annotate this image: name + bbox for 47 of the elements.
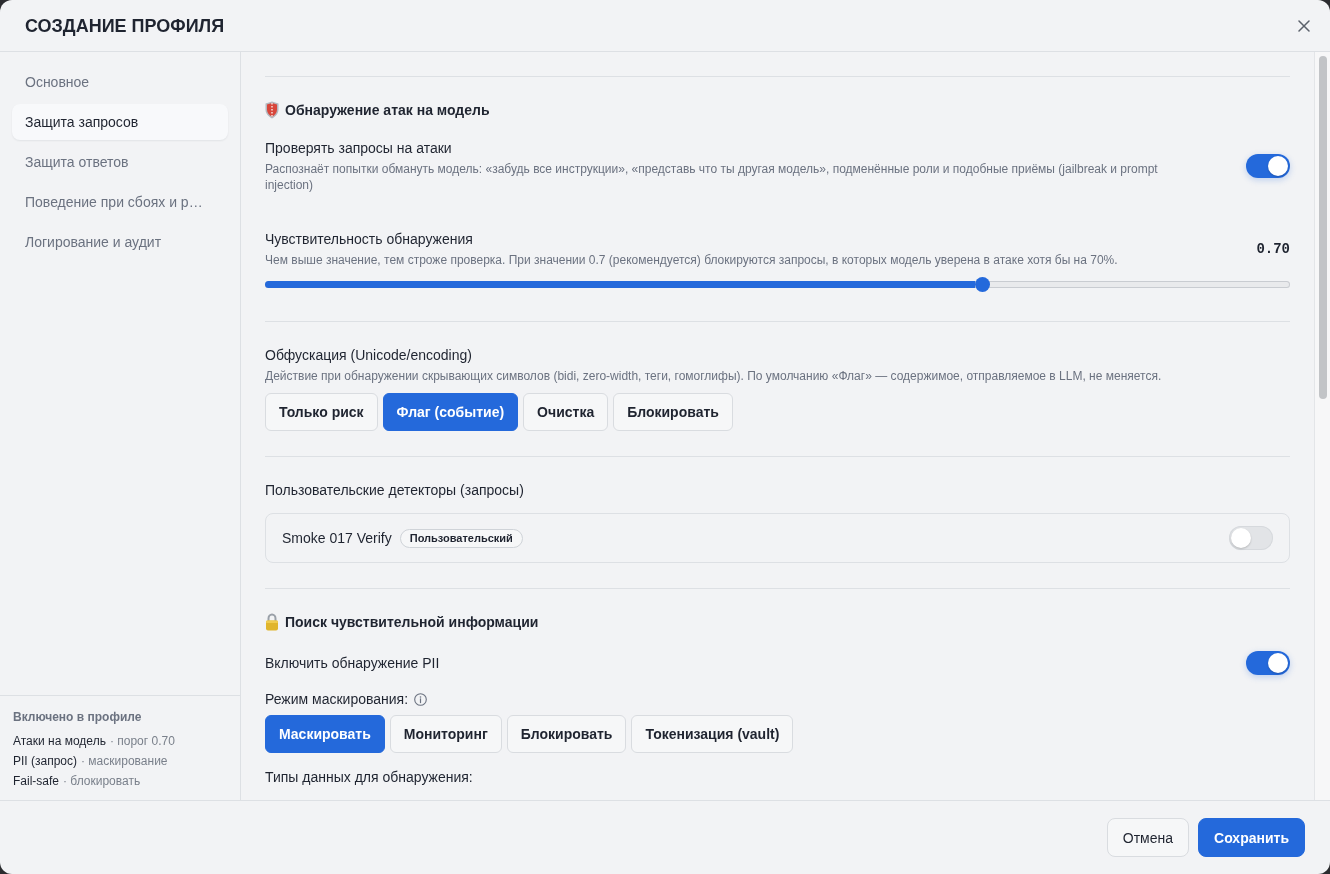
option-button[interactable]: Очистка [523,393,609,431]
summary-detail: · порог 0.70 [109,734,175,748]
type-badge: Пользовательский [399,528,523,548]
option-button[interactable]: Маскировать [265,715,385,753]
sidebar-item[interactable]: Логирование и аудит [12,224,228,260]
shield-icon [265,101,279,119]
section-title: Обнаружение атак на модель [285,101,490,119]
option-button[interactable]: Флаг (событие) [382,393,519,431]
slider-value: 0.70 [1256,239,1290,259]
info-icon[interactable] [414,692,428,706]
sidebar-item[interactable]: Защита ответов [12,144,228,180]
sidebar-item[interactable]: Основное [12,64,228,100]
section-title: Поиск чувствительной информации [285,613,539,631]
toggle-switch[interactable] [1246,651,1290,675]
summary-item: Атаки на модель [13,734,106,748]
option-button[interactable]: Блокировать [613,393,733,431]
summary-detail: · маскирование [81,754,168,768]
summary-item: PII (запрос) [13,754,78,768]
sidebar-item[interactable]: Поведение при сбоях и р… [12,184,228,220]
setting-label: Обфускация (Unicode/encoding) [265,346,472,364]
setting-label: Режим маскирования: [265,690,409,708]
option-button[interactable]: Токенизация (vault) [631,715,794,753]
save-button[interactable]: Сохранить [1198,818,1305,857]
scrollbar-thumb[interactable] [1318,56,1327,399]
toggle-switch[interactable] [1246,154,1290,178]
summary-detail: · блокировать [63,774,141,788]
setting-label: Пользовательские детекторы (запросы) [265,481,525,499]
option-button[interactable]: Блокировать [506,715,627,753]
summary-title: Включено в профиле [13,709,143,725]
option-button[interactable]: Мониторинг [389,715,502,753]
option-button[interactable]: Только риск [265,393,378,431]
setting-label: Проверять запросы на атаки [265,139,453,157]
setting-description: Действие при обнаружении скрывающих символов (bidi, zero-width, теги, гомоглифы). По умолчанию «Флаг» — содержимое, отправляемое в LLM, не меняется. [265,368,1163,384]
dialog-title: СОЗДАНИЕ ПРОФИЛЯ [25,14,225,37]
sidebar-item[interactable]: Защита запросов [12,104,228,140]
summary-item: Fail-safe [13,774,59,788]
cancel-button[interactable]: Отмена [1106,818,1190,857]
toggle-switch[interactable] [1229,526,1273,550]
close-icon[interactable] [1298,19,1310,32]
setting-label: Чувствительность обнаружения [265,230,474,248]
setting-label: Типы данных для обнаружения: [265,768,474,786]
setting-label: Включить обнаружение PII [265,654,441,672]
setting-description: Распознаёт попытки обмануть модель: «забудь все инструкции», «представь что ты другая модель», подменённые роли и подобные приёмы (jailbreak и prompt injection) [265,161,1159,193]
slider-thumb[interactable] [975,277,990,292]
setting-description: Чем выше значение, тем строже проверка. При значении 0.7 (рекомендуется) блокируются запросы, в которых модель уверена в атаке хотя бы на 70%. [265,252,1119,268]
detector-name: Smoke 017 Verify [282,528,392,548]
padlock-icon [265,613,279,631]
